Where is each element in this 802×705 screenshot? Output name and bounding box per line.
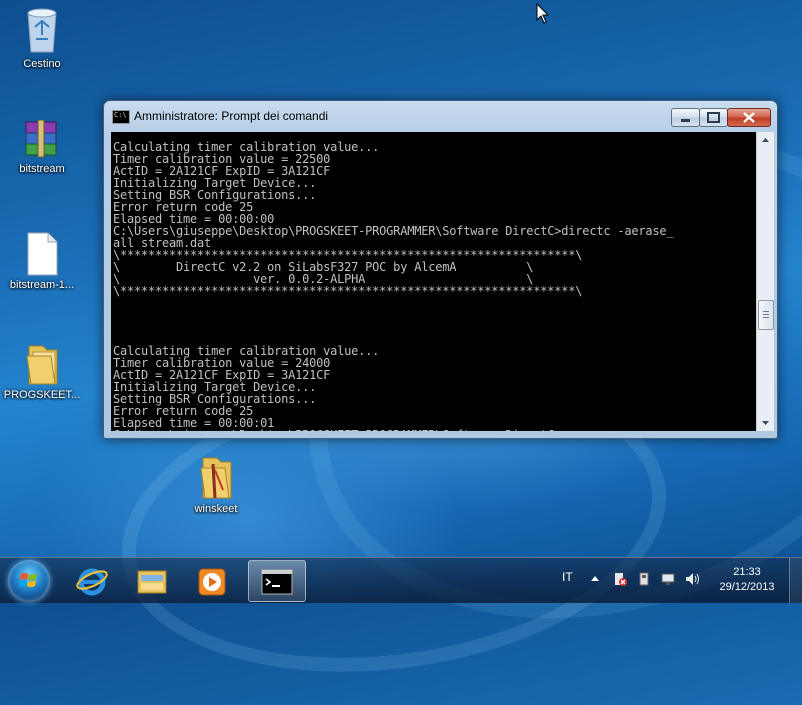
maximize-button[interactable] xyxy=(699,108,728,127)
usb-device-icon[interactable] xyxy=(636,571,652,587)
zipped-folder-icon xyxy=(200,457,232,499)
start-button[interactable] xyxy=(8,560,50,602)
folder-icon xyxy=(26,345,58,385)
file-icon xyxy=(27,232,58,276)
command-prompt-icon: C:\ xyxy=(112,110,130,124)
console-line: \***************************************… xyxy=(113,283,583,299)
window-titlebar[interactable]: C:\ Amministratore: Prompt dei comandi xyxy=(104,101,777,131)
taskbar-command-prompt[interactable] xyxy=(248,560,306,602)
show-hidden-icons-icon[interactable] xyxy=(590,571,600,587)
language-indicator[interactable]: IT xyxy=(562,570,573,584)
scrollbar-thumb[interactable] xyxy=(758,300,774,330)
action-center-icon[interactable] xyxy=(612,571,628,587)
desktop-icon-label: bitstream xyxy=(19,163,65,175)
minimize-icon xyxy=(681,119,690,122)
scroll-up-button[interactable] xyxy=(757,132,774,149)
taskbar-windows-explorer[interactable] xyxy=(124,560,180,600)
windows-logo-icon xyxy=(19,573,37,587)
desktop-icon-label: PROGSKEET... xyxy=(3,389,81,401)
console-lines: Calculating timer calibration value... Ti… xyxy=(111,132,756,431)
console-output[interactable]: Calculating timer calibration value... Ti… xyxy=(111,132,756,431)
taskbar-media-player[interactable] xyxy=(184,560,240,600)
desktop-icon-progskeet-folder[interactable]: PROGSKEET... xyxy=(2,342,82,401)
recycle-bin-icon xyxy=(27,8,57,53)
taskbar: IT 21:33 29/12/2013 xyxy=(0,557,802,603)
desktop-icon-bitstream-file[interactable]: bitstream-1... xyxy=(2,232,82,291)
chevron-up-icon xyxy=(762,138,769,142)
desktop-icon-label: bitstream-1... xyxy=(9,279,75,291)
windows-explorer-icon xyxy=(137,570,167,594)
window-title: Amministratore: Prompt dei comandi xyxy=(134,109,329,123)
chevron-down-icon xyxy=(762,421,769,425)
desktop-icon-label: winskeet xyxy=(194,503,238,515)
network-icon[interactable] xyxy=(660,571,676,587)
desktop-icon-winskeet[interactable]: winskeet xyxy=(176,452,256,515)
show-desktop-button[interactable] xyxy=(789,558,802,603)
system-clock[interactable]: 21:33 29/12/2013 xyxy=(706,565,788,595)
vertical-scrollbar[interactable] xyxy=(756,132,774,431)
close-icon xyxy=(743,112,755,123)
minimize-button[interactable] xyxy=(671,108,700,127)
media-player-icon xyxy=(198,568,226,596)
clock-date: 29/12/2013 xyxy=(719,581,775,593)
desktop-icon-recycle-bin[interactable]: Cestino xyxy=(2,5,82,70)
close-button[interactable] xyxy=(727,108,771,127)
console-line: C:\Users\giuseppe\Desktop\PROGSKEET-PROG… xyxy=(113,429,756,431)
command-prompt-window[interactable]: C:\ Amministratore: Prompt dei comandi C… xyxy=(103,100,778,439)
scroll-down-button[interactable] xyxy=(757,414,774,431)
desktop-icon-label: Cestino xyxy=(23,58,61,70)
winrar-archive-icon xyxy=(25,120,57,158)
internet-explorer-icon xyxy=(76,568,108,596)
clock-time: 21:33 xyxy=(733,566,761,578)
mouse-cursor-icon xyxy=(536,3,550,24)
volume-icon[interactable] xyxy=(684,571,700,587)
command-prompt-icon xyxy=(261,569,293,595)
taskbar-internet-explorer[interactable] xyxy=(64,560,120,600)
maximize-icon xyxy=(707,112,720,123)
desktop-icon-bitstream-rar[interactable]: bitstream xyxy=(2,120,82,175)
